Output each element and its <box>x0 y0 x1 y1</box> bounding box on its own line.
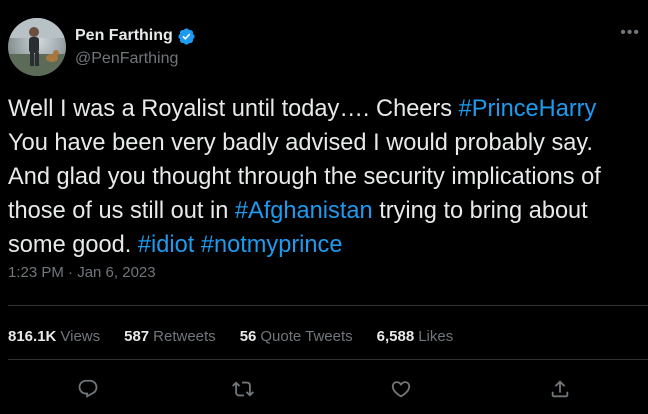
tweet-text: Well I was a Royalist until today…. Chee… <box>8 92 640 262</box>
avatar[interactable] <box>8 18 66 76</box>
avatar-photo <box>8 18 66 76</box>
author-handle[interactable]: @PenFarthing <box>75 50 196 68</box>
display-name[interactable]: Pen Farthing <box>75 27 173 45</box>
views-stat[interactable]: 816.1K Views <box>8 328 100 345</box>
verified-badge-icon <box>177 27 196 46</box>
display-name-row: Pen Farthing <box>75 26 196 46</box>
hashtag-link[interactable]: #PrinceHarry <box>459 96 597 122</box>
quote-tweets-stat[interactable]: 56 Quote Tweets <box>240 328 353 345</box>
views-label: Views <box>60 328 101 345</box>
retweets-label: Retweets <box>153 328 216 345</box>
more-options-icon[interactable]: ••• <box>620 24 640 42</box>
hashtag-link[interactable]: #idiot <box>138 232 194 258</box>
reply-icon[interactable] <box>77 378 99 400</box>
retweets-count: 587 <box>124 328 150 345</box>
retweet-icon[interactable] <box>232 378 254 400</box>
divider <box>8 305 648 306</box>
share-icon[interactable] <box>549 378 571 400</box>
tweet-text-segment: Well I was a Royalist until today…. Chee… <box>8 96 459 122</box>
author-names: Pen Farthing @PenFarthing <box>75 26 196 68</box>
divider <box>8 359 648 360</box>
tweet: Pen Farthing @PenFarthing ••• Well I was… <box>0 0 648 414</box>
quote-tweets-label: Quote Tweets <box>260 328 353 345</box>
views-count: 816.1K <box>8 328 57 345</box>
retweets-stat[interactable]: 587 Retweets <box>124 328 216 345</box>
likes-count: 6,588 <box>376 328 415 345</box>
tweet-stats: 816.1K Views 587 Retweets 56 Quote Tweets 6… <box>8 328 453 345</box>
tweet-timestamp[interactable]: 1:23 PM · Jan 6, 2023 <box>8 264 156 281</box>
hashtag-link[interactable]: #notmyprince <box>201 232 343 258</box>
likes-label: Likes <box>418 328 454 345</box>
tweet-header: Pen Farthing @PenFarthing ••• <box>8 18 640 76</box>
hashtag-link[interactable]: #Afghanistan <box>235 198 373 224</box>
quote-tweets-count: 56 <box>239 328 257 345</box>
likes-stat[interactable]: 6,588 Likes <box>377 328 454 345</box>
tweet-actions <box>0 378 648 402</box>
like-icon[interactable] <box>390 378 412 400</box>
